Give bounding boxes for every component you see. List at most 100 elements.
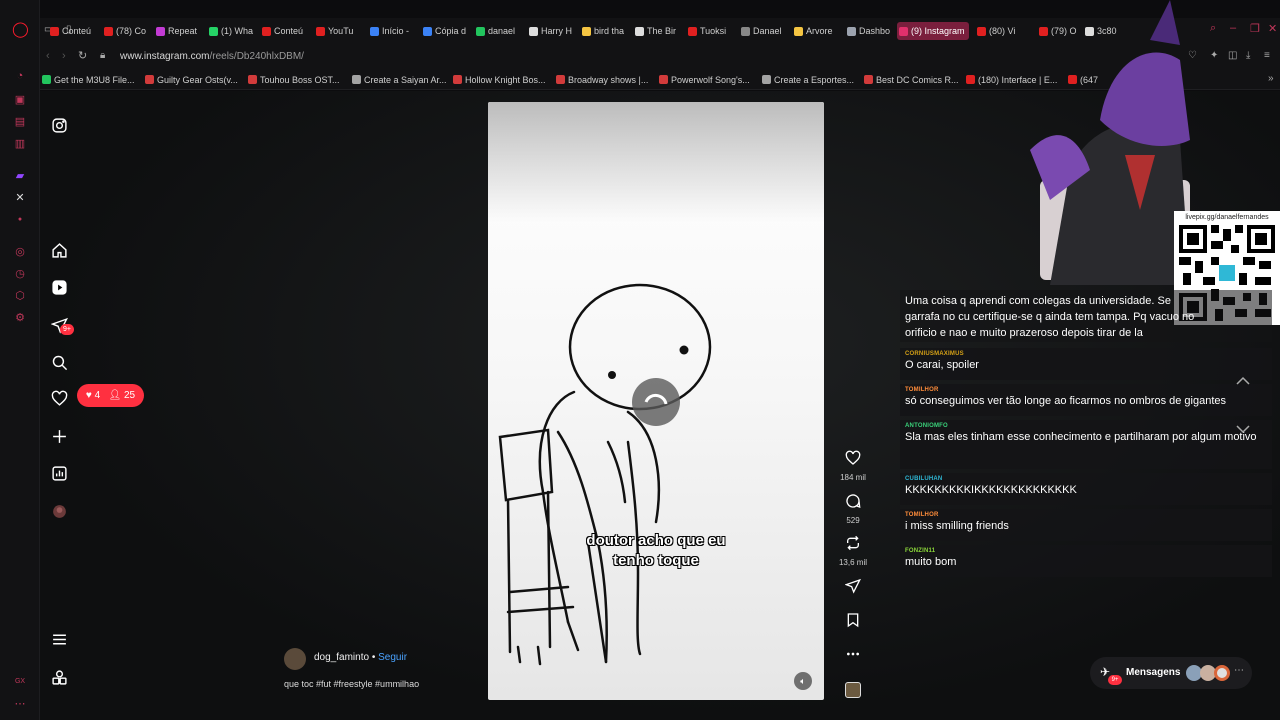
player-icon[interactable]: ◎ <box>12 244 28 260</box>
search-tabs-icon[interactable]: ⌕ <box>1210 22 1216 35</box>
bookmark-label: Create a Saiyan Ar... <box>364 75 447 85</box>
tab-label: Arvore <box>806 26 833 36</box>
share-button[interactable] <box>836 578 870 599</box>
extensions-puzzle-icon[interactable]: ✦ <box>1210 50 1218 61</box>
extensions-icon[interactable]: ⬡ <box>12 288 28 304</box>
reload-icon[interactable]: ↻ <box>78 49 87 62</box>
save-button[interactable] <box>836 612 870 633</box>
tab-12[interactable]: The Bir <box>633 22 683 40</box>
history-icon[interactable]: ◷ <box>12 266 28 282</box>
tab-5[interactable]: Conteú <box>260 22 312 40</box>
more-dots-icon[interactable]: ⋯ <box>12 696 28 712</box>
tab-favicon-icon <box>423 27 432 36</box>
tab-11[interactable]: bird tha <box>580 22 630 40</box>
url-field[interactable]: www.instagram.com/reels/Db240hlxDBM/ <box>120 51 304 62</box>
messages-bar[interactable]: ✈︎ 9+ Mensagens ⋯ <box>1090 657 1252 689</box>
repost-button[interactable]: 13,6 mil <box>836 535 870 567</box>
bookmark-7[interactable]: Powerwolf Song's... <box>659 74 750 86</box>
tab-17[interactable]: (9) Instagram <box>897 22 969 40</box>
tab-14[interactable]: Danael <box>739 22 789 40</box>
close-window-icon[interactable]: ✕ <box>1268 22 1277 35</box>
twitch-icon[interactable]: ▰ <box>12 168 28 184</box>
tab-7[interactable]: Início - <box>368 22 418 40</box>
bookmark-1[interactable]: Get the M3U8 File... <box>42 74 135 86</box>
tab-favicon-icon <box>794 27 803 36</box>
menu-icon[interactable]: ≡ <box>1264 50 1270 61</box>
download-icon[interactable]: ⤓ <box>1246 50 1250 61</box>
tab-18[interactable]: (80) Vi <box>975 22 1033 40</box>
dashboard-icon[interactable] <box>51 465 68 482</box>
tab-10[interactable]: Harry H <box>527 22 577 40</box>
reel-video[interactable] <box>488 102 824 700</box>
comment-button[interactable]: 529 <box>836 493 870 525</box>
bookmark-9[interactable]: Best DC Comics R... <box>864 74 959 86</box>
like-button[interactable]: 184 mil <box>836 450 870 482</box>
activity-pill[interactable]: ♥ 4 👤︎ 25 <box>77 384 144 407</box>
home-icon[interactable] <box>51 242 68 259</box>
profile-avatar[interactable] <box>51 503 68 520</box>
tab-1[interactable]: Conteú <box>48 22 100 40</box>
minimize-icon[interactable]: – <box>1230 22 1236 34</box>
author-username[interactable]: dog_faminto <box>314 652 369 663</box>
author-avatar[interactable] <box>284 648 306 670</box>
maximize-icon[interactable]: ❐ <box>1250 22 1260 35</box>
create-plus-icon[interactable] <box>51 428 68 445</box>
bookmark-6[interactable]: Broadway shows |... <box>556 74 648 86</box>
bookmark-4[interactable]: Create a Saiyan Ar... <box>352 74 447 86</box>
mute-speaker-icon[interactable]: 🔈︎ <box>794 672 812 690</box>
tab-16[interactable]: Dashbo <box>845 22 895 40</box>
opera-logo-icon[interactable]: ◯ <box>12 22 29 38</box>
chat-message: CORNIUSMAXIMUS O carai, spoiler <box>900 348 1272 380</box>
bookmarks-more-icon[interactable]: » <box>1268 73 1274 84</box>
tab-4[interactable]: (1) Wha <box>207 22 257 40</box>
crypto-wallet-icon[interactable]: ▣ <box>12 92 28 108</box>
instagram-logo-icon[interactable] <box>51 117 68 134</box>
search-icon[interactable] <box>51 354 68 371</box>
bookmark-favicon-icon <box>659 75 668 84</box>
snapshot-icon[interactable]: ◫ <box>1228 50 1237 61</box>
shopping-icon[interactable]: ▥ <box>12 136 28 152</box>
bookmark-favicon-icon <box>556 75 565 84</box>
tab-6[interactable]: YouTu <box>314 22 366 40</box>
more-menu-icon[interactable] <box>51 631 68 648</box>
tab-label: The Bir <box>647 26 677 36</box>
bookmark-2[interactable]: Guilty Gear Osts(v... <box>145 74 238 86</box>
tab-15[interactable]: Arvore <box>792 22 842 40</box>
tab-13[interactable]: Tuoksi <box>686 22 736 40</box>
tab-3[interactable]: Repeat <box>154 22 204 40</box>
tab-8[interactable]: Cópia d <box>421 22 471 40</box>
qr-label: livepix.gg/danaelfernandes <box>1185 214 1269 221</box>
reels-icon[interactable] <box>51 279 68 296</box>
opera-sidebar: ◯ ◔ ▣ ▤ ▥ ▰ ✕ ● ◎ ◷ ⬡ ⚙ GX ⋯ <box>0 0 40 720</box>
bookmark-3[interactable]: Touhou Boss OST... <box>248 74 340 86</box>
tab-label: Conteú <box>274 26 304 36</box>
chevron-up-icon[interactable] <box>1236 373 1250 385</box>
follow-button[interactable]: Seguir <box>378 652 407 663</box>
tab-favicon-icon <box>370 27 379 36</box>
chevron-down-icon[interactable] <box>1236 421 1250 434</box>
aria-icon[interactable]: ◔ <box>12 68 28 84</box>
bookmark-8[interactable]: Create a Esportes... <box>762 74 854 86</box>
notifications-heart-icon[interactable] <box>51 390 68 407</box>
chat-text: i miss smilling friends <box>905 520 1009 532</box>
pill-followers-count: 25 <box>123 390 136 401</box>
more-options-button[interactable] <box>836 646 870 667</box>
bookmark-5[interactable]: Hollow Knight Bos... <box>453 74 546 86</box>
gx-icon[interactable]: GX <box>12 674 28 690</box>
bookmark-favicon-icon <box>248 75 257 84</box>
back-icon[interactable]: ‹ <box>46 50 50 62</box>
tab-2[interactable]: (78) Co <box>102 22 152 40</box>
tab-label: YouTu <box>328 26 354 36</box>
pill-likes-count: 4 <box>94 390 101 401</box>
x-icon[interactable]: ✕ <box>12 190 28 206</box>
settings-gear-icon[interactable]: ⚙ <box>12 310 28 326</box>
messenger-icon[interactable]: ▤ <box>12 114 28 130</box>
url-path: /reels/Db240hlxDBM/ <box>209 51 304 62</box>
also-from-meta-icon[interactable] <box>51 669 68 686</box>
audio-thumbnail[interactable] <box>845 682 861 698</box>
forward-icon[interactable]: › <box>62 50 66 62</box>
chat-message: ANTONIOMFO Sla mas eles tinham esse conhe… <box>900 420 1272 469</box>
tab-9[interactable]: danael <box>474 22 524 40</box>
like-heart-icon <box>845 450 861 465</box>
chat-message: FONZIN11 muito bom <box>900 545 1272 577</box>
